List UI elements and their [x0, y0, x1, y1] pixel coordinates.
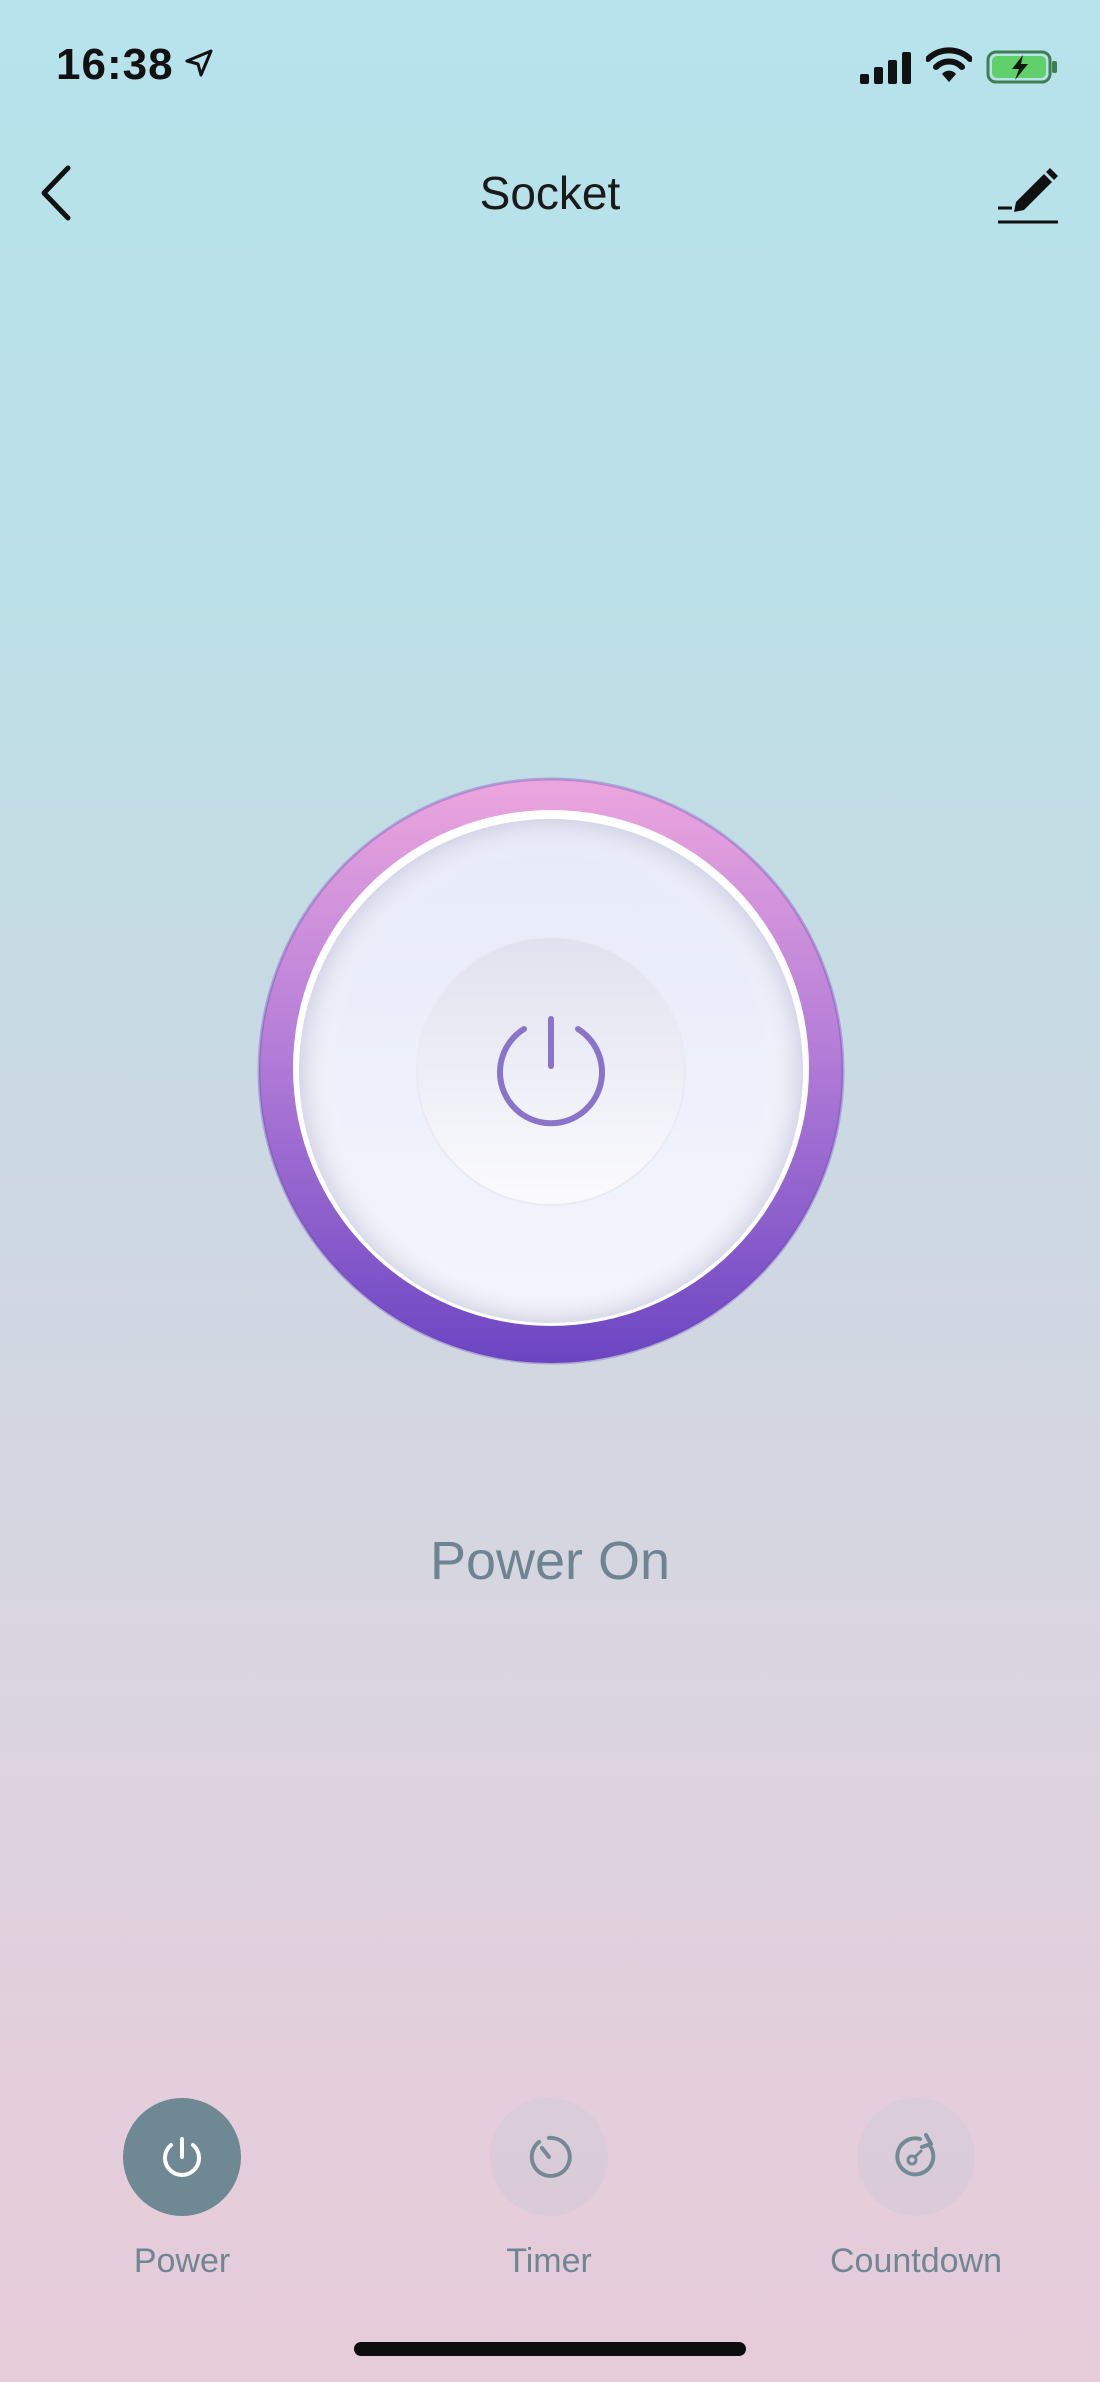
wifi-icon	[926, 47, 972, 82]
tab-countdown-button[interactable]	[857, 2098, 975, 2216]
edit-button[interactable]	[990, 156, 1062, 228]
status-bar: 16:38	[0, 0, 1100, 130]
tab-timer-button[interactable]	[490, 2098, 608, 2216]
status-time: 16:38	[56, 40, 174, 89]
tab-timer[interactable]: Timer	[419, 2098, 679, 2288]
timer-icon	[529, 2135, 572, 2178]
battery-charging-icon	[986, 50, 1057, 84]
tab-countdown[interactable]: Countdown	[786, 2098, 1046, 2288]
location-arrow-icon	[185, 49, 213, 77]
countdown-icon	[895, 2133, 936, 2177]
power-status-text: Power On	[429, 1531, 671, 1591]
home-indicator	[354, 2342, 746, 2356]
tab-power-label: Power	[133, 2242, 231, 2280]
tab-power-button[interactable]	[123, 2098, 241, 2216]
navigation-bar: Socket	[0, 140, 1100, 250]
cellular-signal-icon	[860, 52, 911, 84]
power-toggle-button[interactable]	[256, 776, 846, 1366]
pencil-icon	[998, 168, 1058, 224]
tab-timer-label: Timer	[506, 2242, 592, 2280]
page-title: Socket	[479, 167, 621, 219]
power-icon	[163, 2137, 201, 2177]
tab-countdown-label: Countdown	[829, 2242, 1002, 2280]
power-knob-graphic	[257, 777, 845, 1365]
bottom-tab-bar: Power Timer Countdown	[0, 2098, 1100, 2298]
tab-power[interactable]: Power	[52, 2098, 312, 2288]
